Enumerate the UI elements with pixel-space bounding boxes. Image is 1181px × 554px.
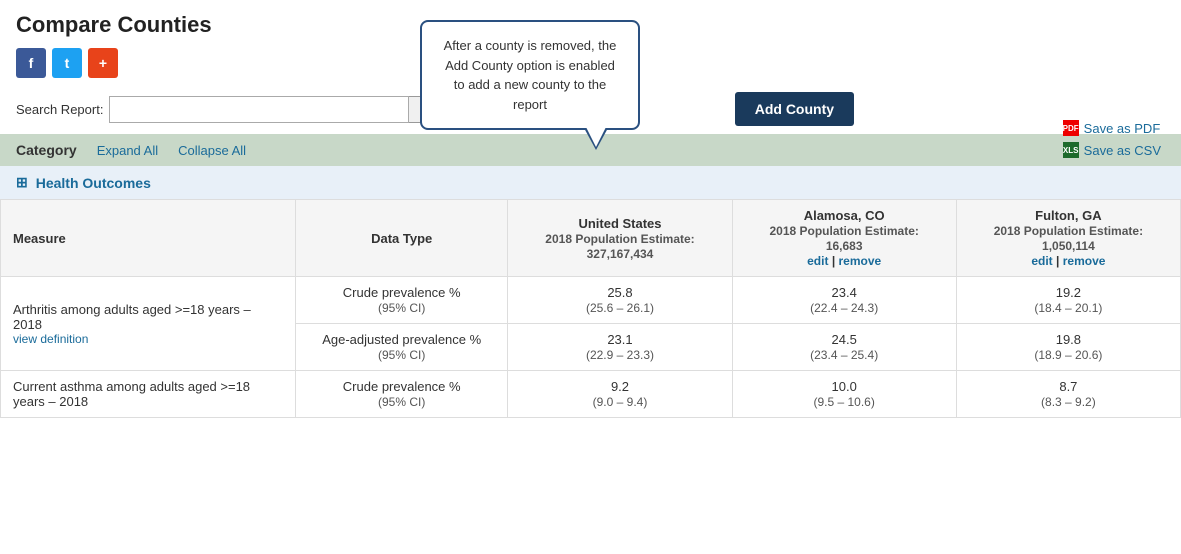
fulton-name: Fulton, GA [1035,208,1101,223]
health-outcomes-section: ⊞ Health Outcomes [0,166,1181,199]
col-header-datatype: Data Type [296,200,508,277]
arthritis-measure: Arthritis among adults aged >=18 years –… [1,277,296,371]
alamosa-pop: 16,683 [826,239,863,253]
asthma-measure: Current asthma among adults aged >=18 ye… [1,371,296,418]
alamosa-actions: edit | remove [807,254,881,268]
search-input[interactable] [109,96,409,123]
fulton-pop-label: 2018 Population Estimate: [994,224,1143,238]
csv-label: Save as CSV [1084,143,1161,158]
csv-icon: XLS [1063,142,1079,158]
alamosa-name: Alamosa, CO [804,208,885,223]
data-table: Measure Data Type United States 2018 Pop… [0,199,1181,418]
asthma-crude-alamosa: 10.0 (9.5 – 10.6) [732,371,956,418]
alamosa-remove-link[interactable]: remove [839,254,882,268]
alamosa-pop-label: 2018 Population Estimate: [769,224,918,238]
arthritis-ageadj-datatype: Age-adjusted prevalence % (95% CI) [296,324,508,371]
separator2: | [1056,254,1063,268]
search-label: Search Report: [16,102,103,117]
asthma-crude-fulton: 8.7 (8.3 – 9.2) [956,371,1180,418]
save-csv-link[interactable]: XLS Save as CSV [1063,142,1161,158]
arthritis-ageadj-alamosa: 24.5 (23.4 – 25.4) [732,324,956,371]
arthritis-crude-datatype: Crude prevalence % (95% CI) [296,277,508,324]
arthritis-crude-fulton: 19.2 (18.4 – 20.1) [956,277,1180,324]
arthritis-ageadj-us: 23.1 (22.9 – 23.3) [508,324,732,371]
pdf-label: Save as PDF [1084,121,1161,136]
asthma-crude-datatype: Crude prevalence % (95% CI) [296,371,508,418]
fulton-pop: 1,050,114 [1042,239,1095,253]
col-header-us: United States 2018 Population Estimate: … [508,200,732,277]
add-county-button[interactable]: Add County [735,92,854,126]
col-header-measure: Measure [1,200,296,277]
col-header-alamosa: Alamosa, CO 2018 Population Estimate: 16… [732,200,956,277]
facebook-icon[interactable]: f [16,48,46,78]
save-pdf-link[interactable]: PDF Save as PDF [1063,120,1161,136]
alamosa-edit-link[interactable]: edit [807,254,828,268]
us-name: United States [578,216,661,231]
us-pop-label: 2018 Population Estimate: [545,232,694,246]
twitter-icon[interactable]: t [52,48,82,78]
export-buttons: PDF Save as PDF XLS Save as CSV [1063,120,1161,158]
fulton-remove-link[interactable]: remove [1063,254,1106,268]
arthritis-crude-us: 25.8 (25.6 – 26.1) [508,277,732,324]
tooltip-text: After a county is removed, the Add Count… [420,20,640,130]
col-header-fulton: Fulton, GA 2018 Population Estimate: 1,0… [956,200,1180,277]
arthritis-ageadj-fulton: 19.8 (18.9 – 20.6) [956,324,1180,371]
section-toggle-icon[interactable]: ⊞ [16,174,28,191]
separator: | [832,254,839,268]
arthritis-crude-alamosa: 23.4 (22.4 – 24.3) [732,277,956,324]
view-definition-link[interactable]: view definition [13,332,283,346]
collapse-all-link[interactable]: Collapse All [178,143,246,158]
addthis-icon[interactable]: + [88,48,118,78]
section-title: Health Outcomes [36,175,151,191]
pdf-icon: PDF [1063,120,1079,136]
table-row: Arthritis among adults aged >=18 years –… [1,277,1181,324]
expand-all-link[interactable]: Expand All [97,143,158,158]
fulton-actions: edit | remove [1031,254,1105,268]
tooltip: After a county is removed, the Add Count… [420,20,640,130]
asthma-crude-us: 9.2 (9.0 – 9.4) [508,371,732,418]
us-pop: 327,167,434 [587,247,654,261]
fulton-edit-link[interactable]: edit [1031,254,1052,268]
category-label: Category [16,142,77,158]
table-row: Current asthma among adults aged >=18 ye… [1,371,1181,418]
